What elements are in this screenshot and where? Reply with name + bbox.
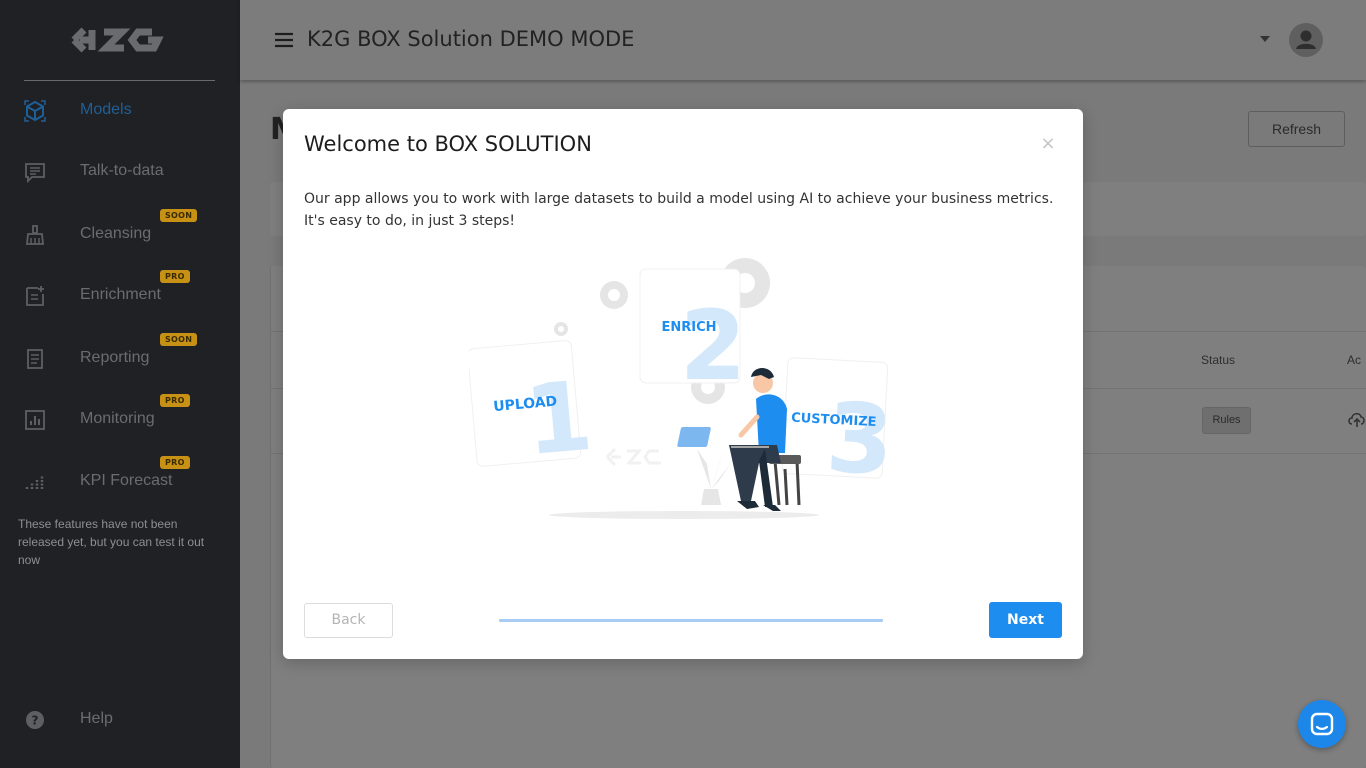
- sidebar-item-label: Models: [80, 101, 132, 118]
- user-avatar[interactable]: [1289, 23, 1323, 57]
- report-icon: [27, 349, 43, 369]
- upload-step-card: 1 UPLOAD: [469, 340, 597, 477]
- svg-text:1: 1: [520, 360, 596, 477]
- three-steps-illustration: 1 UPLOAD 2 ENRICH 3 CUSTOMIZE: [469, 258, 897, 519]
- description-line: It's easy to do, in just 3 steps!: [304, 213, 516, 229]
- sidebar-item-label: Help: [80, 710, 113, 727]
- back-button[interactable]: Back: [304, 603, 393, 638]
- sidebar-item-label: Monitoring: [80, 410, 155, 427]
- close-icon[interactable]: ×: [1040, 135, 1056, 153]
- soon-badge: SOON: [160, 209, 198, 222]
- sidebar-item-enrichment[interactable]: Enrichment PRO: [0, 270, 240, 318]
- sidebar-item-monitoring[interactable]: Monitoring PRO: [0, 394, 240, 442]
- sidebar-item-reporting[interactable]: Reporting SOON: [0, 333, 240, 381]
- user-icon: [1296, 30, 1316, 49]
- svg-text:ENRICH: ENRICH: [661, 320, 716, 335]
- sidebar-item-label: Reporting: [80, 349, 150, 366]
- pro-badge: PRO: [160, 394, 190, 407]
- sidebar-item-cleansing[interactable]: Cleansing SOON: [0, 209, 240, 257]
- cloud-upload-icon[interactable]: [1347, 409, 1366, 429]
- description-line: Our app allows you to work with large da…: [304, 191, 1054, 207]
- column-header-actions: Ac: [1347, 353, 1362, 367]
- top-header: K2G BOX Solution DEMO MODE: [240, 0, 1366, 80]
- welcome-modal: Welcome to BOX SOLUTION × Our app allows…: [283, 109, 1083, 659]
- chevron-down-icon[interactable]: [1260, 36, 1270, 42]
- sidebar-item-models[interactable]: Models: [0, 89, 240, 133]
- svg-text:?: ?: [32, 714, 39, 728]
- svg-text:2: 2: [680, 290, 747, 402]
- chat-launcher-button[interactable]: [1298, 700, 1346, 748]
- sidebar-item-label: KPI Forecast: [80, 472, 173, 489]
- forecast-icon: [25, 475, 44, 489]
- broom-icon: [26, 225, 44, 245]
- sidebar-item-label: Enrichment: [80, 286, 161, 303]
- sidebar-item-talk-to-data[interactable]: Talk-to-data: [0, 150, 240, 194]
- unreleased-features-note: These features have not been released ye…: [18, 517, 205, 567]
- step-progress-fill: [499, 619, 883, 622]
- sidebar-item-kpi-forecast[interactable]: KPI Forecast PRO: [0, 456, 240, 504]
- document-plus-icon: [26, 286, 44, 306]
- pro-badge: PRO: [160, 456, 190, 469]
- step-progress-bar: [499, 619, 883, 622]
- modal-description: Our app allows you to work with large da…: [304, 188, 1064, 232]
- cube-icon: [24, 100, 46, 122]
- plant-icon: [697, 445, 731, 505]
- soon-badge: SOON: [160, 333, 198, 346]
- column-header-status: Status: [1201, 353, 1236, 367]
- logo-divider: [24, 80, 215, 81]
- help-icon: ?: [26, 711, 44, 729]
- refresh-button[interactable]: Refresh: [1248, 111, 1345, 147]
- modal-title: Welcome to BOX SOLUTION: [304, 132, 592, 156]
- sidebar-item-help[interactable]: ? Help: [0, 698, 240, 742]
- sidebar-item-label: Cleansing: [80, 225, 152, 242]
- pro-badge: PRO: [160, 270, 190, 283]
- app-title: K2G BOX Solution DEMO MODE: [307, 27, 635, 51]
- k2g-logo[interactable]: [68, 18, 172, 62]
- hamburger-menu-icon[interactable]: [274, 31, 294, 49]
- sidebar-item-label: Talk-to-data: [80, 162, 164, 179]
- next-button[interactable]: Next: [989, 602, 1062, 638]
- status-badge[interactable]: Rules: [1202, 407, 1251, 434]
- chat-list-icon: [25, 163, 45, 183]
- svg-text:3: 3: [824, 382, 897, 497]
- sidebar: Models Talk-to-data Cleansing SOON Enric…: [0, 0, 240, 768]
- chat-icon: [1310, 712, 1334, 736]
- enrich-step-card: 2 ENRICH: [639, 268, 747, 402]
- bar-chart-icon: [25, 410, 45, 430]
